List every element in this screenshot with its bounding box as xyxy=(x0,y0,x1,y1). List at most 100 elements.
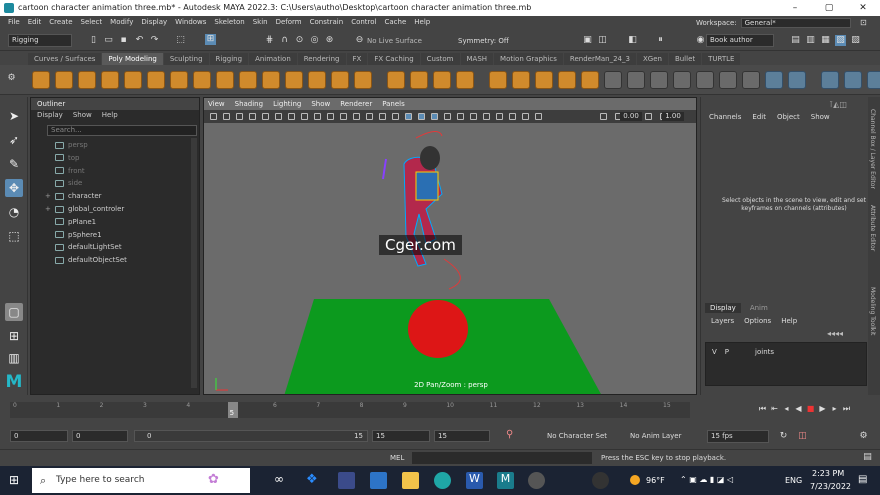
animation-start-field[interactable]: 0 xyxy=(72,430,128,442)
shelf-fill-hole-icon[interactable] xyxy=(696,71,714,89)
channel-menu-object[interactable]: Object xyxy=(777,113,800,121)
lasso-tool-icon[interactable]: ➶ xyxy=(5,131,23,149)
shelf-soccer-ball-icon[interactable] xyxy=(331,71,349,89)
panel-tool-icon[interactable] xyxy=(353,113,360,120)
maya-taskbar-icon[interactable]: M xyxy=(497,472,514,489)
shelf-disc-icon[interactable] xyxy=(170,71,188,89)
shelf-mirror-icon[interactable] xyxy=(558,71,576,89)
notification-icon[interactable]: ▤ xyxy=(858,474,867,485)
panel-tool-icon[interactable] xyxy=(379,113,386,120)
layer-menu-help[interactable]: Help xyxy=(781,317,797,325)
step-back-key-icon[interactable]: ⇤ xyxy=(770,404,779,413)
snap-point-icon[interactable]: ⊙ xyxy=(294,35,305,46)
shelf-crease-icon[interactable] xyxy=(821,71,839,89)
play-backwards-icon[interactable]: ◀ xyxy=(794,404,803,413)
shelf-settings-icon[interactable]: ⚙ xyxy=(6,73,17,84)
channel-menu-channels[interactable]: Channels xyxy=(709,113,741,121)
red-sphere[interactable] xyxy=(408,300,468,358)
panel-tool-icon[interactable] xyxy=(236,113,243,120)
shelf-sphere-icon[interactable] xyxy=(32,71,50,89)
panel-tool-icon[interactable] xyxy=(405,113,412,120)
character-set-dropdown[interactable]: No Character Set xyxy=(547,432,607,440)
shelf-bevel-icon[interactable] xyxy=(627,71,645,89)
select-hierarchy-icon[interactable]: ⬚ xyxy=(175,35,186,46)
shelf-platonic-icon[interactable] xyxy=(193,71,211,89)
shelf-multi-cut-icon[interactable] xyxy=(719,71,737,89)
shelf-bridge-icon[interactable] xyxy=(581,71,599,89)
stop-icon[interactable]: ■ xyxy=(806,404,815,413)
shelf-tab-sculpting[interactable]: Sculpting xyxy=(163,53,209,65)
menu-control[interactable]: Control xyxy=(351,18,376,26)
menu-skeleton[interactable]: Skeleton xyxy=(214,18,244,26)
shelf-merge-icon[interactable] xyxy=(673,71,691,89)
current-frame-marker[interactable]: 5 xyxy=(227,402,238,418)
shelf-pyramid-icon[interactable] xyxy=(216,71,234,89)
viewport-menu-renderer[interactable]: Renderer xyxy=(340,100,372,108)
render-icon[interactable]: ▣ xyxy=(582,35,593,46)
step-back-frame-icon[interactable]: ◂ xyxy=(782,404,791,413)
menu-deform[interactable]: Deform xyxy=(276,18,302,26)
app-icon[interactable] xyxy=(592,472,609,489)
shelf-helix-icon[interactable] xyxy=(285,71,303,89)
outliner-item-pplane1[interactable]: pPlane1 xyxy=(45,216,96,228)
range-bar[interactable]: 0 15 xyxy=(134,430,368,442)
outliner-item-defaultobjectset[interactable]: defaultObjectSet xyxy=(45,254,127,266)
outliner-item-defaultlightset[interactable]: defaultLightSet xyxy=(45,241,122,253)
shelf-torus-icon[interactable] xyxy=(124,71,142,89)
undo-icon[interactable]: ↶ xyxy=(134,35,145,46)
animation-end-field[interactable]: 15 xyxy=(372,430,430,442)
panel-tool-icon[interactable] xyxy=(470,113,477,120)
maximize-button[interactable]: ▢ xyxy=(812,0,846,16)
rotate-tool-icon[interactable]: ◔ xyxy=(5,203,23,221)
menu-edit[interactable]: Edit xyxy=(28,18,42,26)
outliner-item-character[interactable]: + character xyxy=(45,190,102,202)
expand-toggle[interactable]: + xyxy=(45,192,51,200)
shelf-prism-icon[interactable] xyxy=(239,71,257,89)
shelf-tab-poly-modeling[interactable]: Poly Modeling xyxy=(102,53,163,65)
panel-tool-icon[interactable] xyxy=(431,113,438,120)
timeline-track[interactable]: 01234567891011121314155 xyxy=(10,402,690,418)
outliner-menu-show[interactable]: Show xyxy=(73,111,92,119)
shelf-target-weld-icon[interactable] xyxy=(742,71,760,89)
shelf-tab-curves-surfaces[interactable]: Curves / Surfaces xyxy=(28,53,102,65)
scale-tool-icon[interactable]: ⬚ xyxy=(5,227,23,245)
fps-dropdown[interactable]: 15 fps xyxy=(707,430,769,443)
pause-icon[interactable]: ⏸ xyxy=(655,35,666,46)
clock-time[interactable]: 2:23 PM xyxy=(812,469,844,478)
shelf-tab-bullet[interactable]: Bullet xyxy=(668,53,702,65)
shelf-smooth-icon[interactable] xyxy=(512,71,530,89)
store-icon[interactable] xyxy=(338,472,355,489)
outliner-item-top[interactable]: top xyxy=(45,152,79,164)
shelf-append-icon[interactable] xyxy=(650,71,668,89)
command-input[interactable] xyxy=(412,452,592,464)
shelf-uv-editor-icon[interactable] xyxy=(844,71,862,89)
shelf-cut-uv-icon[interactable] xyxy=(867,71,880,89)
anim-preferences-icon[interactable]: ⚙ xyxy=(858,431,869,442)
shelf-cube-icon[interactable] xyxy=(55,71,73,89)
layer-tab-display[interactable]: Display xyxy=(705,303,741,313)
play-forwards-icon[interactable]: ▶ xyxy=(818,404,827,413)
language-indicator[interactable]: ENG xyxy=(785,476,802,485)
snap-surface-icon[interactable]: ◎ xyxy=(309,35,320,46)
layer-row-joints[interactable]: V P joints xyxy=(712,348,774,356)
menu-file[interactable]: File xyxy=(8,18,20,26)
panel-tool-icon[interactable] xyxy=(327,113,334,120)
panel-tool-icon[interactable] xyxy=(496,113,503,120)
shelf-tab-mash[interactable]: MASH xyxy=(460,53,494,65)
shelf-tab-fx-caching[interactable]: FX Caching xyxy=(368,53,420,65)
panel-tool-icon[interactable] xyxy=(483,113,490,120)
tray-icons[interactable]: ⌃ ▣ ☁ ▮ ◪ ◁ xyxy=(680,475,733,484)
panel-tool-icon[interactable] xyxy=(366,113,373,120)
panel-tool-icon[interactable] xyxy=(509,113,516,120)
channel-menu-show[interactable]: Show xyxy=(811,113,830,121)
workspace-dropdown[interactable]: General* xyxy=(740,18,851,28)
shelf-sculpt-icon[interactable] xyxy=(788,71,806,89)
shelf-tab-animation[interactable]: Animation xyxy=(249,53,297,65)
panel-tool-icon[interactable] xyxy=(418,113,425,120)
shelf-tab-custom[interactable]: Custom xyxy=(420,53,460,65)
windows-start-icon[interactable]: ⊞ xyxy=(9,474,21,486)
redo-icon[interactable]: ↷ xyxy=(149,35,160,46)
outliner-item-persp[interactable]: persp xyxy=(45,139,88,151)
minimize-button[interactable]: – xyxy=(778,0,812,16)
shelf-tab-fx[interactable]: FX xyxy=(346,53,368,65)
